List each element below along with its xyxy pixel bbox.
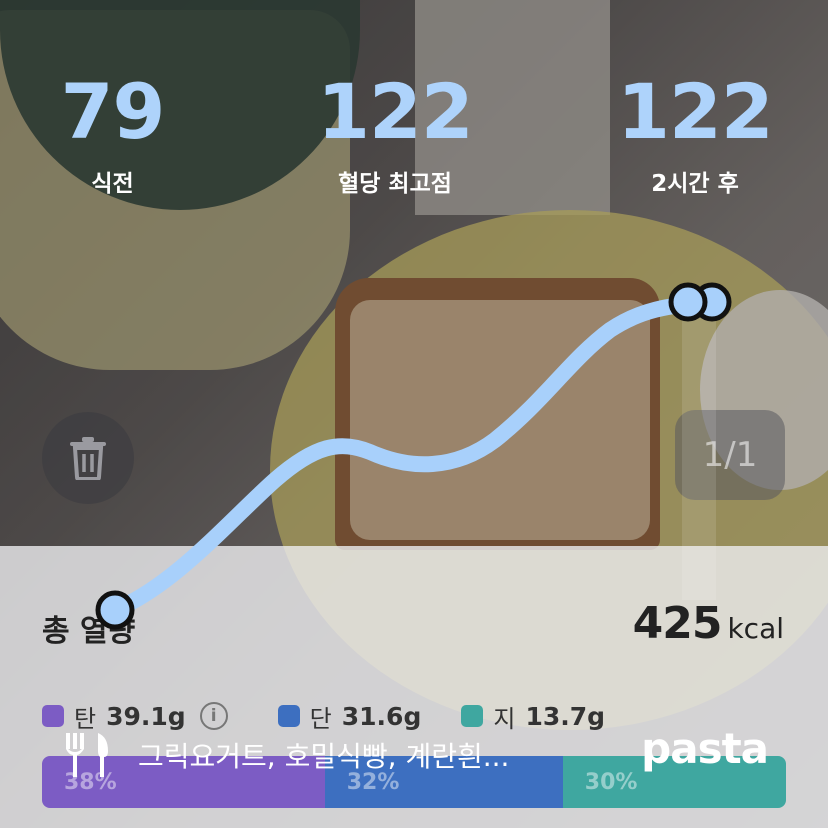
- curve-line: [107, 294, 720, 618]
- fork-knife-icon: [66, 733, 108, 777]
- point-peak: [668, 282, 708, 322]
- point-start: [95, 590, 135, 630]
- glucose-curve: [95, 282, 732, 630]
- meal-foods: 그릭요거트, 호밀식빵, 계란흰...: [138, 740, 510, 773]
- brand-logo: pasta: [641, 724, 769, 773]
